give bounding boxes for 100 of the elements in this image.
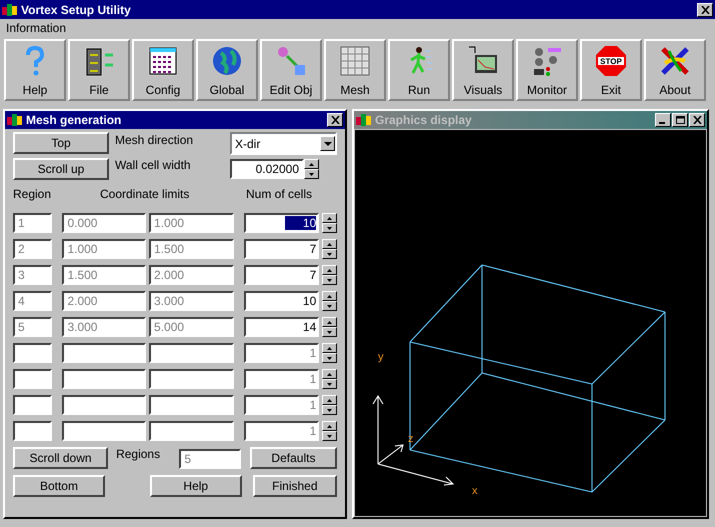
coordinate-field[interactable]: [62, 395, 146, 415]
scroll-down-button[interactable]: Scroll down: [13, 447, 108, 469]
coordinate-field[interactable]: [62, 369, 146, 389]
toolbar-button[interactable]: Global: [196, 39, 258, 101]
wall-cell-width-field[interactable]: 0.02000: [230, 159, 304, 179]
maximize-icon: [676, 116, 684, 124]
num-cells-field[interactable]: 7: [244, 239, 320, 259]
toolbar-button[interactable]: File: [68, 39, 130, 101]
toolbar-button[interactable]: STOP Exit: [580, 39, 642, 101]
spinner[interactable]: [322, 265, 337, 285]
spinner[interactable]: [322, 291, 337, 311]
up-arrow-icon: [327, 398, 332, 402]
down-arrow-icon: [309, 172, 314, 176]
toolbar-button[interactable]: Run: [388, 39, 450, 101]
coordinate-field[interactable]: 5.000: [149, 317, 234, 337]
top-button[interactable]: Top: [13, 132, 109, 154]
coordinate-field[interactable]: 1.000: [149, 213, 234, 233]
region-field[interactable]: 3: [13, 265, 52, 285]
toolbar-button[interactable]: Mesh: [324, 39, 386, 101]
bottom-button[interactable]: Bottom: [13, 475, 105, 497]
maximize-button[interactable]: [672, 113, 688, 127]
num-cells-field[interactable]: 14: [244, 317, 320, 337]
dropdown-arrow-icon: [324, 142, 332, 146]
toolbar-button[interactable]: Visuals: [452, 39, 514, 101]
num-cells-field[interactable]: 10: [244, 213, 320, 233]
help-button[interactable]: Help: [150, 475, 242, 497]
close-button[interactable]: [689, 113, 705, 127]
close-button[interactable]: [697, 2, 713, 16]
up-arrow-icon: [327, 320, 332, 324]
regions-field[interactable]: 5: [179, 449, 241, 469]
coordinate-field[interactable]: [149, 395, 234, 415]
region-field[interactable]: [13, 343, 52, 363]
close-icon: [330, 116, 340, 124]
down-arrow-icon: [327, 278, 332, 282]
finished-button[interactable]: Finished: [252, 475, 337, 497]
defaults-button[interactable]: Defaults: [250, 447, 338, 469]
spinner[interactable]: [322, 369, 337, 389]
close-icon: [692, 116, 702, 124]
axis-label: x: [472, 485, 478, 497]
coordinate-field[interactable]: 3.000: [62, 317, 146, 337]
mesh-direction-dropdown[interactable]: X-dir: [230, 132, 337, 155]
up-arrow-icon: [309, 162, 314, 166]
region-field[interactable]: [13, 369, 52, 389]
coordinate-field[interactable]: [149, 421, 234, 441]
globe-icon: [211, 45, 243, 77]
down-arrow-icon: [327, 252, 332, 256]
spinner[interactable]: [322, 343, 337, 363]
toolbar-button[interactable]: Edit Obj: [260, 39, 322, 101]
spinner[interactable]: [322, 317, 337, 337]
down-arrow-icon: [327, 304, 332, 308]
spinner[interactable]: [322, 395, 337, 415]
coordinate-field[interactable]: [62, 421, 146, 441]
up-arrow-icon: [327, 346, 332, 350]
up-arrow-icon: [327, 216, 332, 220]
coordinate-field[interactable]: 3.000: [149, 291, 234, 311]
coordinate-field[interactable]: 2.000: [62, 291, 146, 311]
app-logo-icon: [356, 113, 372, 127]
num-cells-field[interactable]: 10: [244, 291, 320, 311]
region-field[interactable]: [13, 421, 52, 441]
down-arrow-icon: [327, 408, 332, 412]
close-icon: [700, 6, 710, 14]
toolbar-button[interactable]: Help: [4, 39, 66, 101]
toolbar-button[interactable]: About: [644, 39, 706, 101]
window-title: Vortex Setup Utility: [21, 2, 132, 16]
app-logo-icon: [7, 113, 23, 127]
grid-icon: [339, 45, 371, 77]
region-field[interactable]: 4: [13, 291, 52, 311]
spinner[interactable]: [322, 213, 337, 233]
region-field[interactable]: 5: [13, 317, 52, 337]
coordinate-field[interactable]: [149, 369, 234, 389]
region-field[interactable]: [13, 395, 52, 415]
coordinate-field[interactable]: 1.000: [62, 239, 146, 259]
scroll-up-button[interactable]: Scroll up: [13, 158, 109, 180]
coordinate-field[interactable]: 2.000: [149, 265, 234, 285]
up-arrow-icon: [327, 424, 332, 428]
dials-icon: [531, 45, 563, 77]
down-arrow-icon: [327, 226, 332, 230]
up-arrow-icon: [327, 372, 332, 376]
wall-cell-width-label: Wall cell width: [115, 158, 192, 172]
coordinate-field[interactable]: [62, 343, 146, 363]
region-field[interactable]: 2: [13, 239, 52, 259]
spinner[interactable]: [322, 421, 337, 441]
coordinate-field[interactable]: 1.500: [62, 265, 146, 285]
toolbar-button[interactable]: Monitor: [516, 39, 578, 101]
coordinate-field[interactable]: 0.000: [62, 213, 146, 233]
minimize-button[interactable]: [655, 113, 671, 127]
num-cells-field[interactable]: 7: [244, 265, 320, 285]
coordinate-field[interactable]: [149, 343, 234, 363]
regions-label: Regions: [115, 447, 162, 461]
toolbar-button[interactable]: Config: [132, 39, 194, 101]
close-button[interactable]: [327, 113, 343, 127]
up-arrow-icon: [327, 268, 332, 272]
spinner[interactable]: [304, 159, 319, 179]
stop-sign-text: STOP: [600, 57, 622, 66]
region-field[interactable]: 1: [13, 213, 52, 233]
coordinate-field[interactable]: 1.500: [149, 239, 234, 259]
column-header: Region: [13, 187, 52, 201]
column-header: Num of cells: [246, 187, 312, 201]
menu-item[interactable]: Information: [6, 21, 66, 35]
spinner[interactable]: [322, 239, 337, 259]
